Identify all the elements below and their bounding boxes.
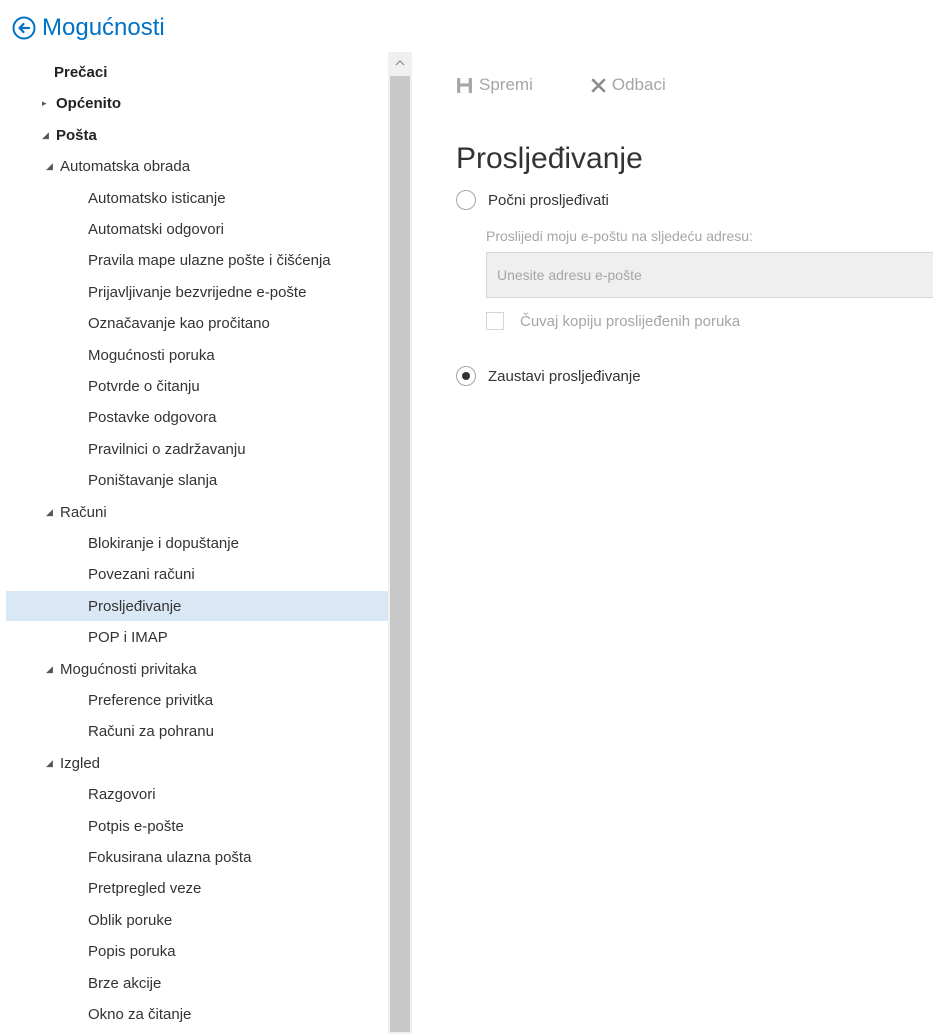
save-button[interactable]: Spremi <box>456 75 533 95</box>
sidebar-item-label: Povezani računi <box>88 565 195 583</box>
sidebar-item[interactable]: Brze akcije <box>6 968 388 998</box>
sidebar-item-label: Automatsko isticanje <box>88 189 226 207</box>
discard-button[interactable]: Odbaci <box>591 75 666 95</box>
sidebar-item[interactable]: Pravilnici o zadržavanju <box>6 434 388 464</box>
sidebar-item[interactable]: Fokusirana ulazna pošta <box>6 842 388 872</box>
sidebar-item[interactable]: Prosljeđivanje <box>6 591 388 621</box>
stop-forwarding-label: Zaustavi prosljeđivanje <box>488 367 641 385</box>
sidebar-item-label: Poništavanje slanja <box>88 471 218 489</box>
sidebar-item-label: Brze akcije <box>88 974 162 992</box>
sidebar-item[interactable]: ◢ Automatska obrada <box>6 151 388 181</box>
sidebar-item-label: Potvrde o čitanju <box>88 377 200 395</box>
collapse-arrow-icon[interactable]: ◢ <box>46 161 60 172</box>
back-arrow-icon[interactable] <box>12 16 36 40</box>
sidebar-item-label: Izgled <box>60 754 101 772</box>
keep-copy-label: Čuvaj kopiju proslijeđenih poruka <box>520 312 741 330</box>
start-forwarding-label: Počni prosljeđivati <box>488 191 609 209</box>
sidebar-item[interactable]: Pravila mape ulazne pošte i čišćenja <box>6 245 388 275</box>
close-icon <box>591 77 606 93</box>
toolbar: Spremi Odbaci <box>456 70 666 100</box>
sidebar-item[interactable]: Poništavanje slanja <box>6 465 388 495</box>
sidebar-item-label: POP i IMAP <box>88 628 168 646</box>
sidebar-item[interactable]: Preference privitka <box>6 685 388 715</box>
sidebar-item-label: Prijavljivanje bezvrijedne e-pošte <box>88 283 307 301</box>
forward-description: Proslijedi moju e-poštu na sljedeću adre… <box>486 228 753 244</box>
stop-forwarding-radio[interactable] <box>456 366 476 386</box>
sidebar-item[interactable]: ◢ Pošta <box>6 120 388 150</box>
collapse-arrow-icon[interactable]: ◢ <box>46 758 60 769</box>
sidebar-item[interactable]: Potvrde o čitanju <box>6 371 388 401</box>
sidebar-item[interactable]: Popis poruka <box>6 936 388 966</box>
sidebar-item-label: Pošta <box>56 126 97 144</box>
page-header: Mogućnosti <box>12 12 165 44</box>
keep-copy-checkbox[interactable] <box>486 312 504 330</box>
sidebar-item[interactable]: Pretpregled veze <box>6 873 388 903</box>
sidebar-item-label: Pretpregled veze <box>88 879 202 897</box>
forwarding-panel: Spremi Odbaci Prosljeđivanje Počni prosl… <box>456 52 933 1034</box>
sidebar-item[interactable]: Blokiranje i dopuštanje <box>6 528 388 558</box>
sidebar-item[interactable]: Okno za čitanje <box>6 999 388 1029</box>
stop-forwarding-option[interactable]: Zaustavi prosljeđivanje <box>456 366 641 386</box>
sidebar-item-label: Okno za čitanje <box>88 1005 192 1023</box>
sidebar-item[interactable]: Prečaci <box>6 57 388 87</box>
sidebar-item-label: Označavanje kao pročitano <box>88 314 270 332</box>
sidebar-scrollbar[interactable] <box>388 52 412 1034</box>
sidebar-item-label: Općenito <box>56 94 122 112</box>
sidebar-item[interactable]: ▸ Općenito <box>6 88 388 118</box>
sidebar-item[interactable]: Prijavljivanje bezvrijedne e-pošte <box>6 277 388 307</box>
sidebar-item[interactable]: Potpis e-pošte <box>6 811 388 841</box>
sidebar-item[interactable]: Povezani računi <box>6 559 388 589</box>
sidebar-item[interactable]: Mogućnosti poruka <box>6 340 388 370</box>
save-label: Spremi <box>479 75 533 94</box>
collapse-arrow-icon[interactable]: ◢ <box>46 507 60 518</box>
sidebar-item-label: Pravila mape ulazne pošte i čišćenja <box>88 251 331 269</box>
sidebar-item-label: Računi za pohranu <box>88 722 214 740</box>
sidebar-item[interactable]: ◢ Računi <box>6 497 388 527</box>
sidebar-item-label: Prosljeđivanje <box>88 597 182 615</box>
options-sidebar: Prečaci ▸ Općenito ◢ Pošta ◢ Automatska obrada… <box>0 52 388 1034</box>
sidebar-item[interactable]: ◢ Izgled <box>6 748 388 778</box>
sidebar-item[interactable]: ◢ Mogućnosti privitaka <box>6 654 388 684</box>
sidebar-item[interactable]: POP i IMAP <box>6 622 388 652</box>
sidebar-item-label: Mogućnosti privitaka <box>60 660 197 678</box>
section-title: Prosljeđivanje <box>456 142 643 176</box>
forward-email-field[interactable] <box>486 252 933 298</box>
sidebar-item-label: Popis poruka <box>88 942 176 960</box>
keep-copy-option[interactable]: Čuvaj kopiju proslijeđenih poruka <box>486 312 740 330</box>
sidebar-item-label: Mogućnosti poruka <box>88 346 215 364</box>
sidebar-item-label: Preference privitka <box>88 691 214 709</box>
discard-label: Odbaci <box>611 75 666 94</box>
start-forwarding-radio[interactable] <box>456 190 476 210</box>
sidebar-item-label: Postavke odgovora <box>88 408 217 426</box>
sidebar-item[interactable]: Postavke odgovora <box>6 402 388 432</box>
sidebar-item-label: Fokusirana ulazna pošta <box>88 848 252 866</box>
sidebar-item[interactable]: Automatski odgovori <box>6 214 388 244</box>
sidebar-item[interactable]: Računi za pohranu <box>6 716 388 746</box>
sidebar-item-label: Oblik poruke <box>88 911 173 929</box>
sidebar-item-label: Pravilnici o zadržavanju <box>88 440 246 458</box>
start-forwarding-option[interactable]: Počni prosljeđivati <box>456 190 609 210</box>
sidebar-item-label: Blokiranje i dopuštanje <box>88 534 239 552</box>
sidebar-item[interactable]: Razgovori <box>6 779 388 809</box>
sidebar-item-label: Automatska obrada <box>60 157 191 175</box>
sidebar-item-label: Prečaci <box>54 63 108 81</box>
sidebar-item-label: Razgovori <box>88 785 156 803</box>
sidebar-item[interactable]: Označavanje kao pročitano <box>6 308 388 338</box>
sidebar-item[interactable]: Oblik poruke <box>6 905 388 935</box>
sidebar-item-label: Računi <box>60 503 107 521</box>
sidebar-item-label: Automatski odgovori <box>88 220 224 238</box>
expand-arrow-icon[interactable]: ▸ <box>42 98 56 109</box>
collapse-arrow-icon[interactable]: ◢ <box>42 130 56 141</box>
chevron-up-icon <box>395 60 405 66</box>
collapse-arrow-icon[interactable]: ◢ <box>46 664 60 675</box>
sidebar-item-label: Potpis e-pošte <box>88 817 184 835</box>
scroll-thumb[interactable] <box>390 76 410 1032</box>
save-icon <box>457 77 472 93</box>
page-title: Mogućnosti <box>42 14 165 41</box>
sidebar-item[interactable]: Automatsko isticanje <box>6 183 388 213</box>
scroll-up-button[interactable] <box>388 52 412 74</box>
